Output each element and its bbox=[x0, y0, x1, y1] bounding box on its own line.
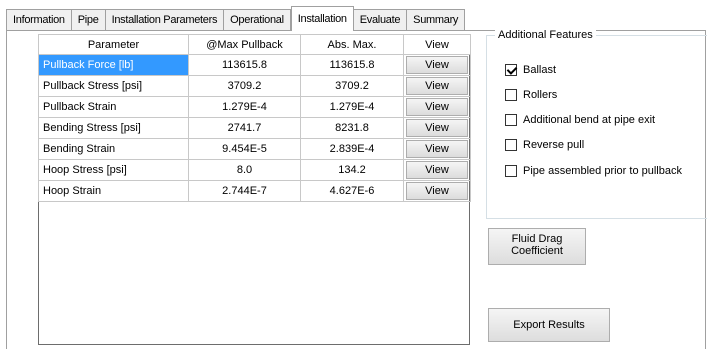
table-row[interactable]: Hoop Strain 2.744E-7 4.627E-6 View bbox=[38, 180, 471, 202]
additional-bend-checkbox[interactable]: Additional bend at pipe exit bbox=[505, 114, 655, 126]
export-results-button[interactable]: Export Results bbox=[488, 308, 610, 342]
checkbox-label: Rollers bbox=[523, 89, 558, 101]
cell-view: View bbox=[403, 54, 471, 76]
cell-parameter[interactable]: Bending Stress [psi] bbox=[38, 117, 189, 139]
fluid-drag-coefficient-button[interactable]: Fluid Drag Coefficient bbox=[488, 228, 586, 265]
cell-max-pullback[interactable]: 9.454E-5 bbox=[188, 138, 301, 160]
tabs: Information Pipe Installation Parameters… bbox=[6, 6, 466, 31]
cell-abs-max[interactable]: 3709.2 bbox=[300, 75, 404, 97]
column-header-max-pullback[interactable]: @Max Pullback bbox=[188, 34, 301, 55]
checkbox-label: Reverse pull bbox=[523, 139, 585, 151]
tab-pipe[interactable]: Pipe bbox=[71, 9, 106, 30]
cell-max-pullback[interactable]: 2741.7 bbox=[188, 117, 301, 139]
tab-information[interactable]: Information bbox=[6, 9, 72, 30]
cell-parameter[interactable]: Pullback Stress [psi] bbox=[38, 75, 189, 97]
cell-view: View bbox=[403, 117, 471, 139]
checkbox-box[interactable] bbox=[505, 139, 517, 151]
table-row[interactable]: Pullback Stress [psi] 3709.2 3709.2 View bbox=[38, 75, 471, 97]
view-button[interactable]: View bbox=[406, 56, 468, 74]
view-button[interactable]: View bbox=[406, 119, 468, 137]
cell-max-pullback[interactable]: 1.279E-4 bbox=[188, 96, 301, 118]
cell-parameter[interactable]: Pullback Force [lb] bbox=[38, 54, 189, 76]
column-header-view[interactable]: View bbox=[403, 34, 471, 55]
tab-evaluate[interactable]: Evaluate bbox=[353, 9, 408, 30]
cell-parameter[interactable]: Hoop Strain bbox=[38, 180, 189, 202]
cell-abs-max[interactable]: 1.279E-4 bbox=[300, 96, 404, 118]
cell-parameter[interactable]: Pullback Strain bbox=[38, 96, 189, 118]
cell-max-pullback[interactable]: 3709.2 bbox=[188, 75, 301, 97]
view-button[interactable]: View bbox=[406, 161, 468, 179]
checkbox-label: Additional bend at pipe exit bbox=[523, 114, 656, 126]
cell-abs-max[interactable]: 4.627E-6 bbox=[300, 180, 404, 202]
table-row[interactable]: Bending Stress [psi] 2741.7 8231.8 View bbox=[38, 117, 471, 139]
ballast-checkbox[interactable]: Ballast bbox=[505, 64, 556, 76]
tab-summary[interactable]: Summary bbox=[407, 9, 466, 30]
button-label-line: Fluid Drag bbox=[511, 233, 563, 245]
view-button[interactable]: View bbox=[406, 182, 468, 200]
cell-parameter[interactable]: Bending Strain bbox=[38, 138, 189, 160]
tab-installation[interactable]: Installation bbox=[290, 6, 354, 31]
view-button[interactable]: View bbox=[406, 98, 468, 116]
cell-max-pullback[interactable]: 113615.8 bbox=[188, 54, 301, 76]
cell-abs-max[interactable]: 113615.8 bbox=[300, 54, 404, 76]
cell-abs-max[interactable]: 2.839E-4 bbox=[300, 138, 404, 160]
reverse-pull-checkbox[interactable]: Reverse pull bbox=[505, 139, 584, 151]
checkbox-label: Pipe assembled prior to pullback bbox=[523, 165, 682, 177]
cell-view: View bbox=[403, 180, 471, 202]
cell-view: View bbox=[403, 96, 471, 118]
additional-features-group: Additional Features Ballast Rollers Addi… bbox=[486, 29, 707, 219]
header-row: Parameter @Max Pullback Abs. Max. View bbox=[38, 34, 471, 55]
group-title: Additional Features bbox=[495, 29, 596, 41]
cell-view: View bbox=[403, 75, 471, 97]
table-row[interactable]: Pullback Strain 1.279E-4 1.279E-4 View bbox=[38, 96, 471, 118]
button-label-line: Coefficient bbox=[511, 245, 563, 257]
cell-max-pullback[interactable]: 8.0 bbox=[188, 159, 301, 181]
cell-max-pullback[interactable]: 2.744E-7 bbox=[188, 180, 301, 202]
view-button[interactable]: View bbox=[406, 140, 468, 158]
tab-installation-parameters[interactable]: Installation Parameters bbox=[105, 9, 225, 30]
cell-abs-max[interactable]: 8231.8 bbox=[300, 117, 404, 139]
checkbox-box[interactable] bbox=[505, 114, 517, 126]
column-header-abs-max[interactable]: Abs. Max. bbox=[300, 34, 404, 55]
cell-abs-max[interactable]: 134.2 bbox=[300, 159, 404, 181]
tab-strip: Information Pipe Installation Parameters… bbox=[6, 6, 706, 31]
table-row[interactable]: Hoop Stress [psi] 8.0 134.2 View bbox=[38, 159, 471, 181]
table-row[interactable]: Bending Strain 9.454E-5 2.839E-4 View bbox=[38, 138, 471, 160]
checkbox-label: Ballast bbox=[523, 64, 557, 76]
results-table: Parameter @Max Pullback Abs. Max. View P… bbox=[38, 34, 471, 202]
checkbox-box[interactable] bbox=[505, 165, 517, 177]
tab-operational[interactable]: Operational bbox=[224, 9, 291, 30]
cell-view: View bbox=[403, 159, 471, 181]
pipe-assembled-checkbox[interactable]: Pipe assembled prior to pullback bbox=[505, 165, 682, 177]
cell-view: View bbox=[403, 138, 471, 160]
checkbox-box[interactable] bbox=[505, 64, 517, 76]
results-grid[interactable]: Parameter @Max Pullback Abs. Max. View P… bbox=[38, 34, 471, 345]
column-header-parameter[interactable]: Parameter bbox=[38, 34, 189, 55]
view-button[interactable]: View bbox=[406, 77, 468, 95]
cell-parameter[interactable]: Hoop Stress [psi] bbox=[38, 159, 189, 181]
rollers-checkbox[interactable]: Rollers bbox=[505, 89, 557, 101]
table-row[interactable]: Pullback Force [lb] 113615.8 113615.8 Vi… bbox=[38, 54, 471, 76]
checkbox-box[interactable] bbox=[505, 89, 517, 101]
